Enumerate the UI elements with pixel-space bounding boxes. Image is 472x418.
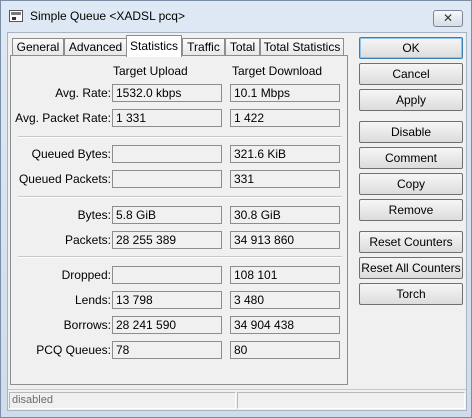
column-header-upload: Target Upload (113, 64, 188, 78)
queued-bytes-upload-field[interactable] (112, 145, 222, 163)
dialog-client-area: General Advanced Statistics Traffic Tota… (7, 32, 467, 411)
status-secondary (237, 392, 465, 409)
pcq-queues-upload-field[interactable]: 78 (112, 341, 222, 359)
row-label-bytes: Bytes: (77, 208, 111, 222)
row-label-queued-bytes: Queued Bytes: (31, 147, 111, 161)
window-title: Simple Queue <XADSL pcq> (30, 9, 185, 23)
pcq-queues-download-field[interactable]: 80 (230, 341, 340, 359)
queued-packets-download-field[interactable]: 331 (230, 170, 340, 188)
status-text: disabled (9, 392, 236, 409)
remove-button[interactable]: Remove (359, 199, 463, 221)
row-label-dropped: Dropped: (61, 268, 111, 282)
disable-button[interactable]: Disable (359, 121, 463, 143)
reset-all-counters-button[interactable]: Reset All Counters (359, 257, 463, 279)
separator (18, 196, 342, 198)
torch-button[interactable]: Torch (359, 283, 463, 305)
queued-packets-upload-field[interactable] (112, 170, 222, 188)
tab-traffic[interactable]: Traffic (182, 38, 225, 56)
column-header-download: Target Download (232, 64, 323, 78)
lends-upload-field[interactable]: 13 798 (112, 291, 222, 309)
comment-button[interactable]: Comment (359, 147, 463, 169)
apply-button[interactable]: Apply (359, 89, 463, 111)
dropped-download-field[interactable]: 108 101 (230, 266, 340, 284)
avg-packet-rate-upload-field[interactable]: 1 331 (112, 109, 222, 127)
queued-bytes-download-field[interactable]: 321.6 KiB (230, 145, 340, 163)
row-label-lends: Lends: (74, 293, 111, 307)
separator (18, 256, 342, 258)
tab-general[interactable]: General (12, 38, 64, 56)
separator (18, 136, 342, 138)
row-label-packets: Packets: (64, 233, 111, 247)
dropped-upload-field[interactable] (112, 266, 222, 284)
borrows-upload-field[interactable]: 28 241 590 (112, 316, 222, 334)
tab-total[interactable]: Total (225, 38, 260, 56)
avg-packet-rate-download-field[interactable]: 1 422 (230, 109, 340, 127)
tab-total-statistics[interactable]: Total Statistics (260, 38, 344, 56)
avg-rate-download-field[interactable]: 10.1 Mbps (230, 84, 340, 102)
row-label-queued-packets: Queued Packets: (18, 172, 111, 186)
lends-download-field[interactable]: 3 480 (230, 291, 340, 309)
status-bar: disabled (8, 389, 466, 410)
tab-strip: General Advanced Statistics Traffic Tota… (10, 35, 350, 57)
row-label-avg-packet-rate: Avg. Packet Rate: (15, 111, 111, 125)
tab-advanced[interactable]: Advanced (64, 38, 127, 56)
bytes-download-field[interactable]: 30.8 GiB (230, 206, 340, 224)
reset-counters-button[interactable]: Reset Counters (359, 231, 463, 253)
avg-rate-upload-field[interactable]: 1532.0 kbps (112, 84, 222, 102)
row-label-borrows: Borrows: (63, 318, 111, 332)
row-label-avg-rate: Avg. Rate: (55, 86, 111, 100)
ok-button[interactable]: OK (359, 37, 463, 59)
statistics-panel: Target Upload Target Download Avg. Rate:… (10, 55, 348, 385)
packets-upload-field[interactable]: 28 255 389 (112, 231, 222, 249)
bytes-upload-field[interactable]: 5.8 GiB (112, 206, 222, 224)
window-app-icon (9, 10, 23, 22)
cancel-button[interactable]: Cancel (359, 63, 463, 85)
tab-statistics[interactable]: Statistics (126, 35, 182, 57)
close-button[interactable]: ✕ (433, 10, 463, 27)
packets-download-field[interactable]: 34 913 860 (230, 231, 340, 249)
close-icon: ✕ (442, 11, 454, 25)
borrows-download-field[interactable]: 34 904 438 (230, 316, 340, 334)
title-bar[interactable]: Simple Queue <XADSL pcq> ✕ (1, 1, 471, 30)
simple-queue-window: Simple Queue <XADSL pcq> ✕ General Advan… (0, 0, 472, 418)
copy-button[interactable]: Copy (359, 173, 463, 195)
row-label-pcq-queues: PCQ Queues: (36, 343, 111, 357)
